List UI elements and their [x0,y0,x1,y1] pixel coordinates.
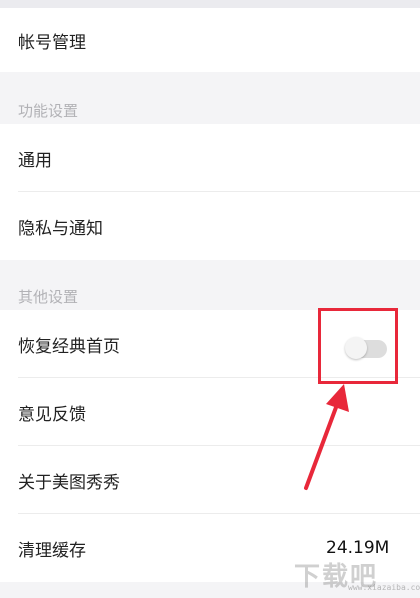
annotation-arrow-icon [304,384,349,490]
watermark-logo: 下载吧 www.xiazaiba.com [294,556,420,594]
watermark-url: www.xiazaiba.com [348,583,420,592]
